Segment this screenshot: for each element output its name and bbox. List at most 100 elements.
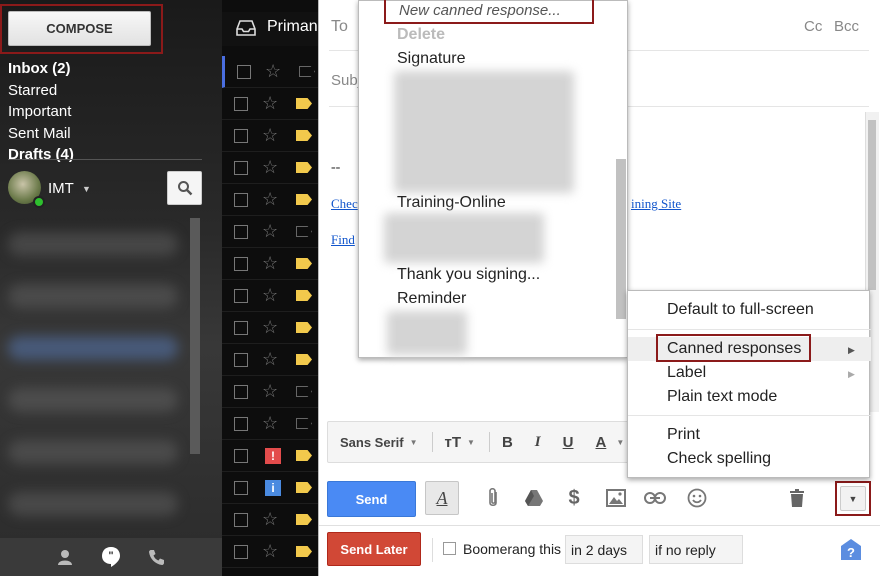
discard-draft-icon[interactable]: [785, 486, 809, 510]
italic-icon[interactable]: I: [535, 434, 541, 451]
star-icon[interactable]: ☆: [262, 541, 278, 562]
importance-label-icon[interactable]: [296, 322, 312, 333]
emoji-icon[interactable]: [685, 486, 709, 510]
row-checkbox[interactable]: [234, 257, 248, 271]
canned-item-thank-you[interactable]: Thank you signing...: [397, 266, 540, 284]
new-canned-response-item[interactable]: New canned response...: [399, 2, 561, 19]
insert-link-icon[interactable]: [643, 486, 667, 510]
importance-label-icon[interactable]: [296, 450, 312, 461]
importance-label-icon[interactable]: [296, 514, 312, 525]
bcc-link[interactable]: Bcc: [834, 18, 859, 35]
compose-button[interactable]: COMPOSE: [8, 11, 151, 46]
boomerang-help-icon[interactable]: ?: [839, 538, 863, 562]
star-icon[interactable]: ☆: [262, 125, 278, 146]
table-row[interactable]: ☆: [222, 184, 320, 216]
star-icon[interactable]: ☆: [262, 349, 278, 370]
person-icon[interactable]: [56, 548, 74, 566]
table-row[interactable]: ☆: [222, 248, 320, 280]
user-name[interactable]: IMT: [48, 180, 74, 197]
font-size-icon[interactable]: тT: [445, 434, 462, 451]
star-icon[interactable]: ☆: [262, 253, 278, 274]
importance-label-icon[interactable]: [296, 258, 312, 269]
star-icon[interactable]: ☆: [265, 61, 281, 82]
star-icon[interactable]: ☆: [262, 93, 278, 114]
row-checkbox[interactable]: [237, 65, 251, 79]
importance-label-icon[interactable]: [296, 162, 312, 173]
row-checkbox[interactable]: [234, 385, 248, 399]
row-checkbox[interactable]: [234, 513, 248, 527]
sidebar-item-sent-mail[interactable]: Sent Mail: [8, 123, 208, 145]
table-row[interactable]: ☆: [222, 568, 320, 576]
default-fullscreen-item[interactable]: Default to full-screen: [667, 301, 814, 319]
send-money-icon[interactable]: $: [562, 486, 586, 510]
row-checkbox[interactable]: [234, 193, 248, 207]
table-row[interactable]: ☆: [222, 216, 320, 248]
row-checkbox[interactable]: [234, 129, 248, 143]
importance-label-icon[interactable]: [296, 386, 312, 397]
hangouts-icon[interactable]: ": [100, 546, 122, 568]
tab-primary[interactable]: Priman: [222, 12, 320, 46]
table-row[interactable]: ☆: [222, 408, 320, 440]
row-checkbox[interactable]: [234, 545, 248, 559]
row-checkbox[interactable]: [234, 97, 248, 111]
signature-link-training-site[interactable]: ining Site: [631, 196, 681, 212]
importance-label-icon[interactable]: [296, 354, 312, 365]
row-checkbox[interactable]: [234, 161, 248, 175]
row-checkbox[interactable]: [234, 225, 248, 239]
text-color-icon[interactable]: A: [595, 434, 606, 451]
table-row[interactable]: ☆: [222, 280, 320, 312]
table-row[interactable]: ☆: [222, 536, 320, 568]
send-button[interactable]: Send: [327, 481, 416, 517]
importance-label-icon[interactable]: [296, 194, 312, 205]
star-icon[interactable]: ☆: [262, 381, 278, 402]
table-row[interactable]: ☆: [222, 344, 320, 376]
check-spelling-item[interactable]: Check spelling: [667, 450, 771, 468]
sidebar-item-important[interactable]: Important: [8, 101, 208, 123]
sidebar-item-inbox[interactable]: Inbox (2): [8, 58, 208, 80]
more-options-button[interactable]: ▼: [840, 486, 866, 511]
table-row[interactable]: i: [222, 472, 320, 504]
table-row[interactable]: ☆: [222, 312, 320, 344]
table-row[interactable]: ☆: [222, 504, 320, 536]
boomerang-condition-select[interactable]: if no reply: [649, 535, 743, 564]
table-row[interactable]: ☆: [222, 152, 320, 184]
row-checkbox[interactable]: [234, 481, 248, 495]
row-checkbox[interactable]: [234, 449, 248, 463]
signature-link[interactable]: Chec: [331, 196, 358, 212]
print-item[interactable]: Print: [667, 426, 700, 444]
attach-file-icon[interactable]: [481, 486, 505, 510]
label-item[interactable]: Label: [667, 364, 706, 382]
bold-icon[interactable]: B: [502, 434, 513, 451]
canned-item-training-online[interactable]: Training-Online: [397, 194, 506, 212]
info-marker-icon[interactable]: i: [265, 480, 281, 496]
sidebar-item-starred[interactable]: Starred: [8, 80, 208, 102]
star-icon[interactable]: ☆: [262, 413, 278, 434]
canned-item-signature[interactable]: Signature: [397, 50, 466, 68]
table-row[interactable]: ☆: [222, 120, 320, 152]
signature-link-find[interactable]: Find: [331, 232, 355, 248]
star-icon[interactable]: ☆: [262, 509, 278, 530]
importance-label-icon[interactable]: [296, 482, 312, 493]
font-family-select[interactable]: Sans Serif: [340, 435, 404, 450]
star-icon[interactable]: ☆: [262, 317, 278, 338]
importance-label-icon[interactable]: [296, 418, 312, 429]
importance-label-icon[interactable]: [296, 290, 312, 301]
user-menu-caret-icon[interactable]: ▼: [82, 184, 91, 194]
star-icon[interactable]: ☆: [262, 189, 278, 210]
phone-icon[interactable]: [148, 548, 166, 566]
send-later-button[interactable]: Send Later: [327, 532, 421, 566]
body-scrollbar-thumb[interactable]: [868, 120, 876, 290]
boomerang-checkbox[interactable]: [443, 542, 456, 555]
formatting-options-icon[interactable]: A: [425, 481, 459, 515]
people-search-button[interactable]: [167, 171, 202, 205]
table-row[interactable]: !: [222, 440, 320, 472]
boomerang-when-select[interactable]: in 2 days: [565, 535, 643, 564]
importance-label-icon[interactable]: [296, 98, 312, 109]
canned-menu-scrollbar[interactable]: [616, 159, 626, 319]
important-marker-icon[interactable]: !: [265, 448, 281, 464]
table-row[interactable]: ☆: [222, 376, 320, 408]
importance-label-icon[interactable]: [296, 226, 312, 237]
cc-link[interactable]: Cc: [804, 18, 822, 35]
table-row[interactable]: ☆: [222, 56, 320, 88]
star-icon[interactable]: ☆: [262, 157, 278, 178]
